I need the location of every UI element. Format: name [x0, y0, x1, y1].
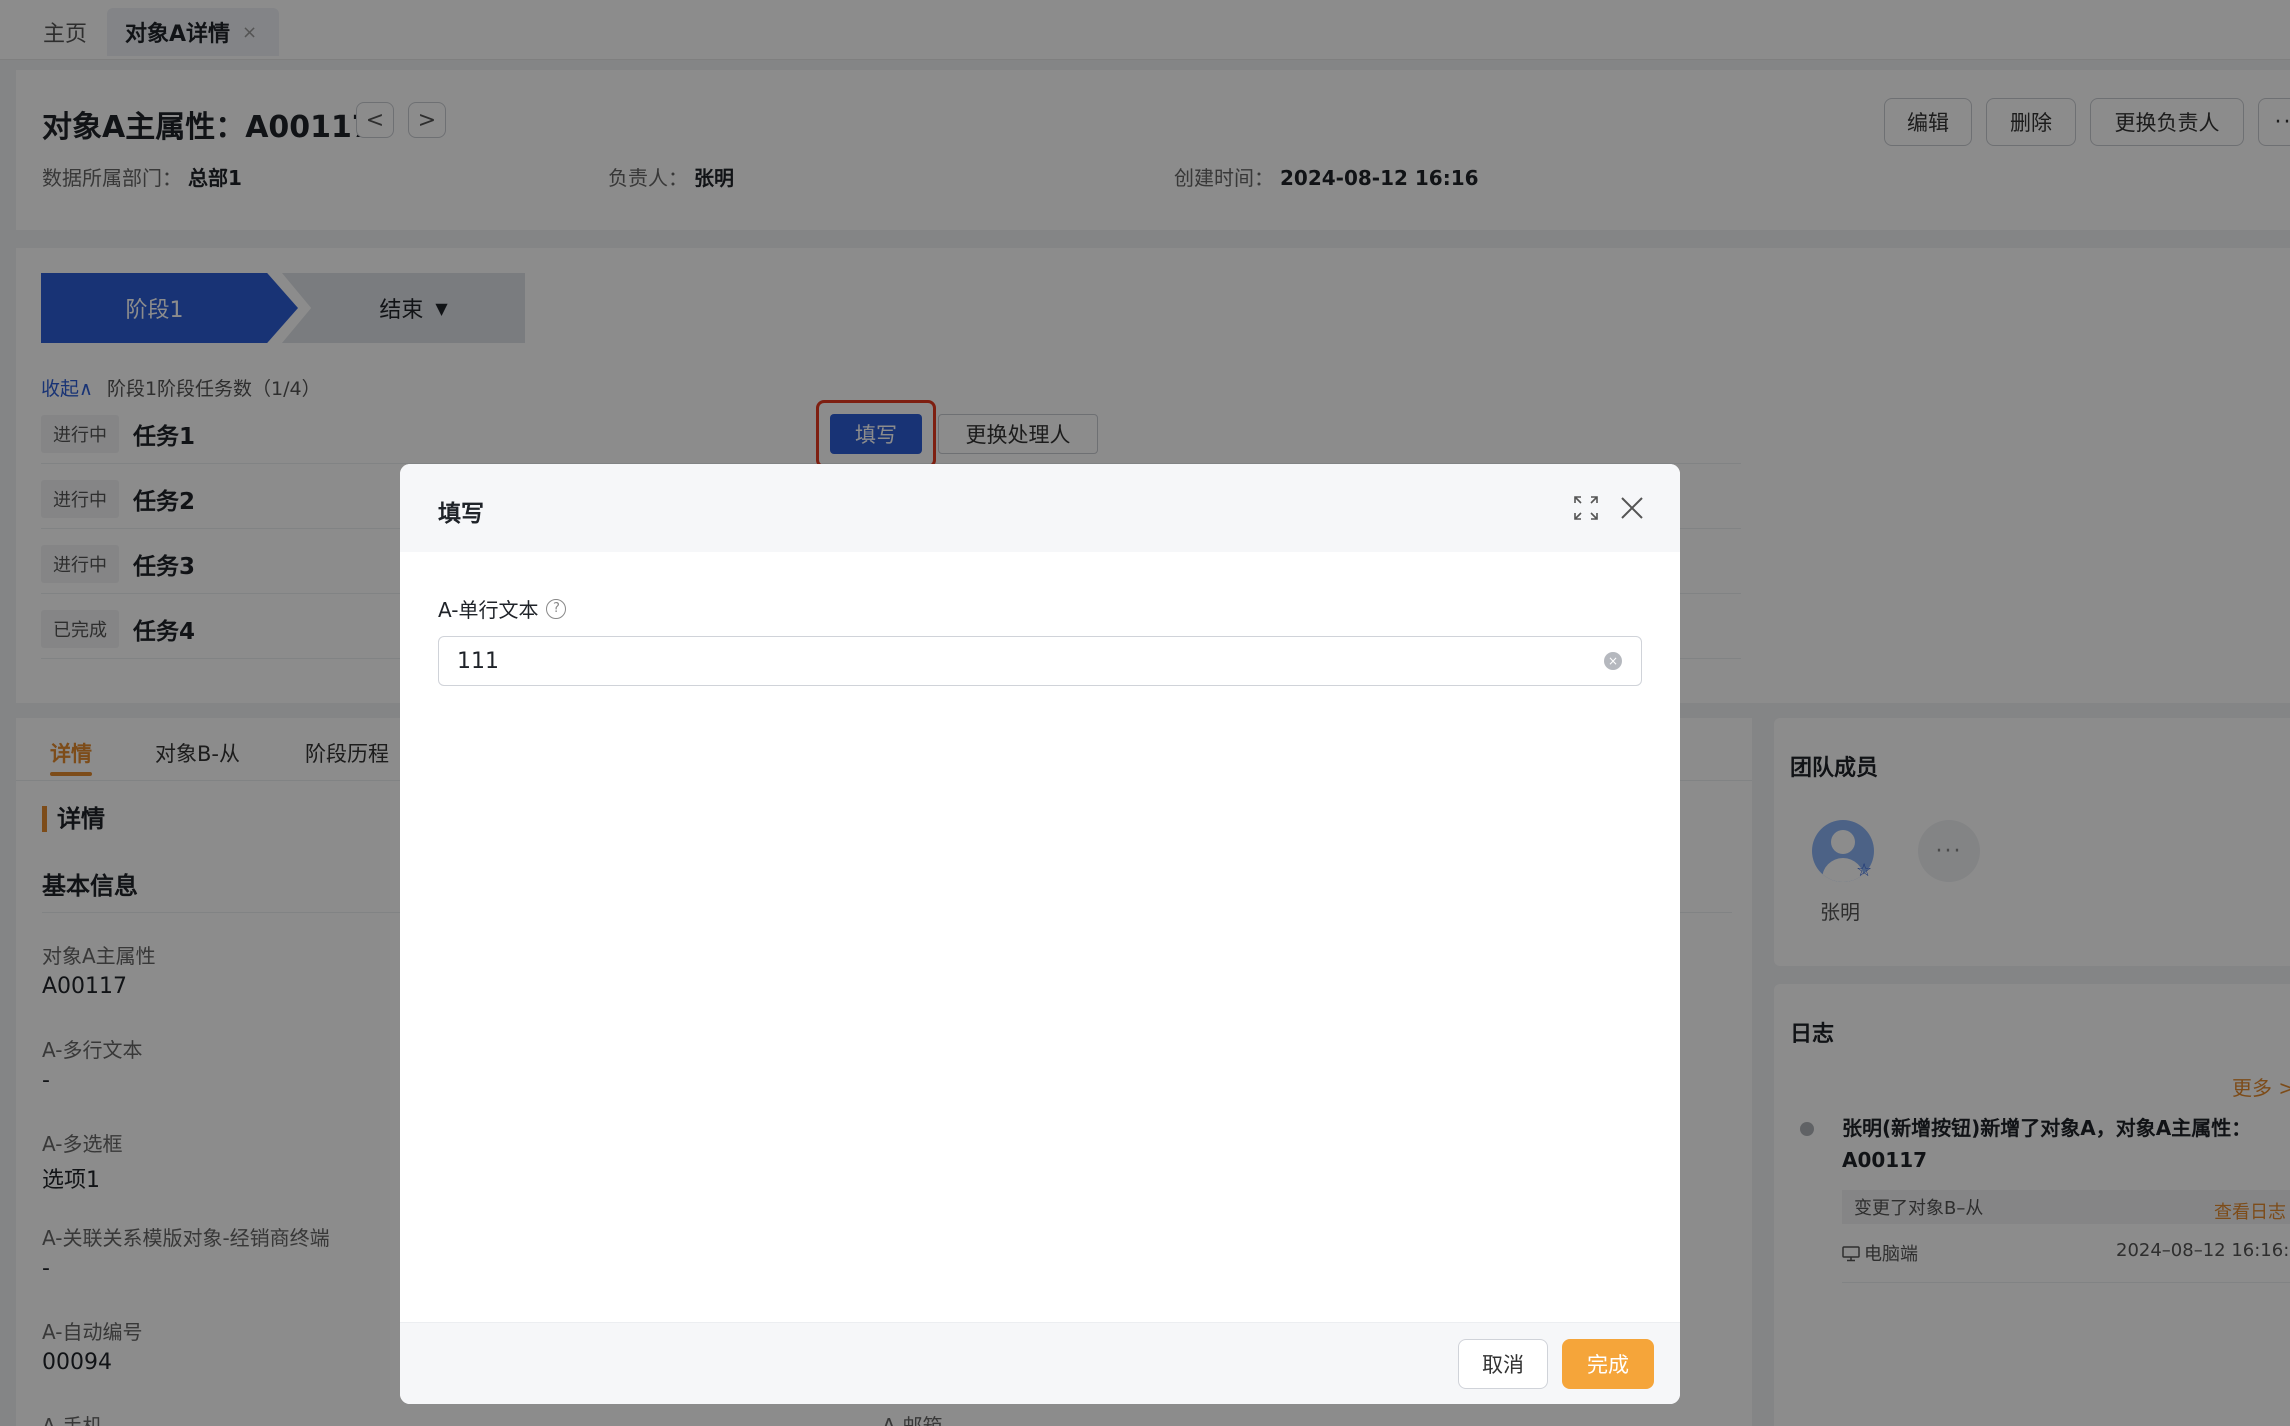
dialog-footer: 取消 完成	[400, 1322, 1680, 1404]
fill-dialog: 填写 A-单行文本 ? × 取消 完成	[400, 464, 1680, 1404]
clear-input-icon[interactable]: ×	[1604, 652, 1622, 670]
cancel-button[interactable]: 取消	[1458, 1339, 1548, 1389]
help-icon[interactable]: ?	[546, 598, 567, 619]
close-icon[interactable]	[1614, 490, 1650, 526]
single-line-text-input[interactable]	[438, 636, 1642, 686]
close-icon-svg	[1621, 497, 1643, 519]
expand-icon[interactable]	[1568, 490, 1604, 526]
expand-icon-svg	[1574, 496, 1598, 520]
single-line-text-field-label: A-单行文本 ?	[438, 594, 567, 623]
dialog-title: 填写	[438, 501, 484, 527]
field-title-text: A-单行文本	[438, 598, 539, 622]
dialog-header: 填写	[400, 464, 1680, 552]
done-button[interactable]: 完成	[1562, 1339, 1654, 1389]
